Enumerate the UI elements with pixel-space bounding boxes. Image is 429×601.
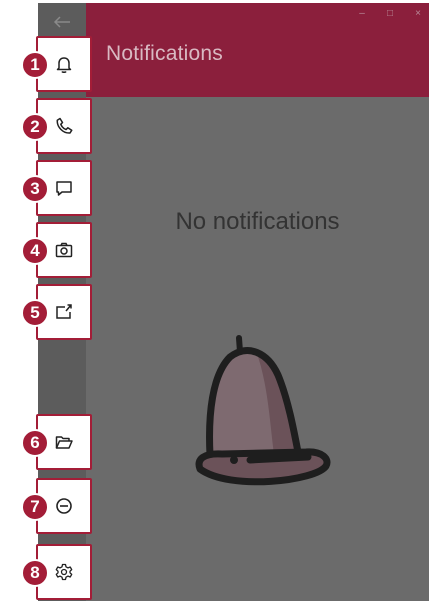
do-not-disturb-icon xyxy=(56,498,72,514)
chat-icon xyxy=(56,181,72,196)
callout-badge-5: 5 xyxy=(21,299,49,327)
back-arrow-icon[interactable] xyxy=(52,14,72,30)
phone-icon xyxy=(56,117,73,134)
callout-badge-3: 3 xyxy=(21,175,49,203)
callout-badge-1: 1 xyxy=(21,51,49,79)
maximize-button[interactable]: □ xyxy=(385,8,395,19)
close-button[interactable]: × xyxy=(413,8,423,19)
callout-badge-4: 4 xyxy=(21,237,49,265)
callout-badge-2: 2 xyxy=(21,113,49,141)
window-controls: – □ × xyxy=(357,8,423,19)
camera-icon xyxy=(55,242,73,258)
share-screen-icon xyxy=(56,304,72,319)
settings-gear-icon xyxy=(55,563,73,581)
empty-state-message: No notifications xyxy=(175,208,340,235)
minimize-button[interactable]: – xyxy=(357,8,367,19)
callout-badge-6: 6 xyxy=(21,429,49,457)
callout-badge-7: 7 xyxy=(21,493,49,521)
bell-icon xyxy=(56,57,72,73)
bell-illustration-icon xyxy=(195,335,331,486)
folder-open-icon xyxy=(55,436,73,449)
page-title: Notifications xyxy=(106,42,223,65)
callout-badge-8: 8 xyxy=(21,559,49,587)
